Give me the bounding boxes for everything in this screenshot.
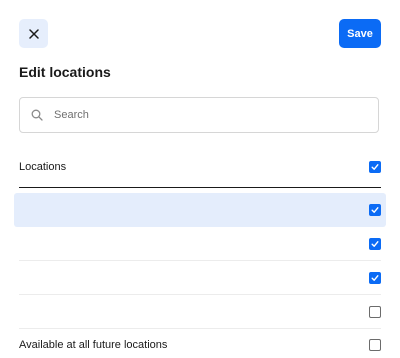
future-locations-row: Available at all future locations <box>19 334 381 358</box>
select-all-checkbox[interactable] <box>369 161 381 173</box>
location-checkbox[interactable] <box>369 272 381 284</box>
locations-header-label: Locations <box>19 161 67 173</box>
location-row[interactable] <box>19 295 381 329</box>
location-row[interactable] <box>19 261 381 295</box>
future-locations-checkbox[interactable] <box>369 339 381 351</box>
location-row[interactable] <box>19 227 381 261</box>
future-locations-label: Available at all future locations <box>19 339 168 351</box>
dialog-title: Edit locations <box>19 64 111 80</box>
location-checkbox[interactable] <box>369 204 381 216</box>
locations-header: Locations <box>19 150 381 188</box>
location-row[interactable] <box>14 193 386 227</box>
edit-locations-dialog: Save Edit locations Locations Available … <box>0 0 400 358</box>
location-checkbox[interactable] <box>369 306 381 318</box>
locations-list <box>0 193 400 329</box>
save-button[interactable]: Save <box>339 19 381 48</box>
search-input[interactable] <box>54 109 354 121</box>
close-button[interactable] <box>19 19 48 48</box>
search-icon <box>30 108 44 122</box>
location-checkbox[interactable] <box>369 238 381 250</box>
search-field[interactable] <box>19 97 379 133</box>
close-icon <box>28 28 39 39</box>
